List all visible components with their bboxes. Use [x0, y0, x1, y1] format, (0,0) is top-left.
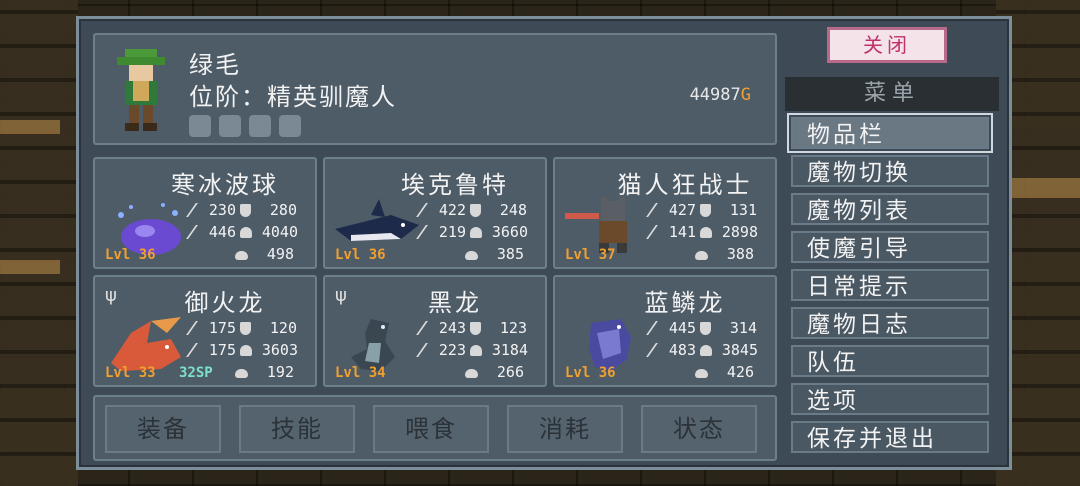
stat-hp: 4040: [261, 223, 298, 241]
trinket-slot-icon[interactable]: [279, 115, 301, 137]
monster-stats: 445 314 483 3845 426: [646, 317, 769, 383]
mana-icon: [465, 369, 478, 378]
heart-icon: [700, 344, 712, 356]
stat-hp: 3845: [721, 341, 758, 359]
skill-points: 32SP: [179, 365, 213, 381]
monster-card[interactable]: ψ 黑龙 243 123 223 3184 266 Lvl 34: [323, 275, 547, 387]
mana-icon: [235, 251, 248, 260]
stat-mana: 385: [496, 245, 524, 263]
hero-sprite: [117, 49, 165, 131]
shield-icon: [470, 203, 481, 217]
hero-rank: 位阶：精英驯魔人: [189, 83, 397, 111]
shield-icon: [240, 203, 251, 217]
shield-icon: [700, 203, 711, 217]
stat-def: 120: [269, 319, 297, 337]
menu-item-inventory[interactable]: 物品栏: [787, 113, 993, 153]
skull-slot-icon[interactable]: [249, 115, 271, 137]
stat-mag: 219: [438, 223, 466, 241]
hero-name: 绿毛: [189, 51, 241, 79]
stat-atk: 427: [668, 201, 696, 219]
monster-menu-window: 绿毛 位阶：精英驯魔人 44987G 寒冰波球 230 280 446 4040 4…: [76, 16, 1012, 470]
shield-icon: [700, 321, 711, 335]
stat-mana: 388: [726, 245, 754, 263]
stat-def: 131: [729, 201, 757, 219]
close-button[interactable]: 关闭: [827, 27, 947, 63]
stat-mag: 483: [668, 341, 696, 359]
monster-card[interactable]: 蓝鳞龙 445 314 483 3845 426 Lvl 36: [553, 275, 777, 387]
stat-atk: 230: [208, 201, 236, 219]
monster-card[interactable]: 猫人狂战士 427 131 141 2898 388 Lvl 37: [553, 157, 777, 269]
monster-stats: 422 248 219 3660 385: [416, 199, 539, 265]
stat-mana: 498: [266, 245, 294, 263]
monster-level: Lvl 37: [565, 247, 616, 263]
stat-hp: 3603: [261, 341, 298, 359]
stat-mag: 446: [208, 223, 236, 241]
glove-slot-icon[interactable]: [219, 115, 241, 137]
stat-def: 248: [499, 201, 527, 219]
stat-mag: 141: [668, 223, 696, 241]
gold-counter: 44987G: [690, 85, 751, 105]
menu-item-familiar-guide[interactable]: 使魔引导: [791, 231, 989, 263]
gold-unit: G: [740, 85, 751, 105]
monster-level: Lvl 36: [105, 247, 156, 263]
heart-icon: [240, 344, 252, 356]
shield-icon: [240, 321, 251, 335]
monster-stats: 243 123 223 3184 266: [416, 317, 539, 383]
monster-level: Lvl 33: [105, 365, 156, 381]
stat-atk: 445: [668, 319, 696, 337]
menu-item-monster-list[interactable]: 魔物列表: [791, 193, 989, 225]
stat-mana: 192: [266, 363, 294, 381]
tab-skills[interactable]: 技能: [239, 405, 355, 453]
hero-panel: 绿毛 位阶：精英驯魔人 44987G: [93, 33, 777, 145]
stat-hp: 3660: [491, 223, 528, 241]
menu-item-save-quit[interactable]: 保存并退出: [791, 421, 989, 453]
stat-mana: 266: [496, 363, 524, 381]
action-tabs: 装备 技能 喂食 消耗 状态: [93, 395, 777, 461]
stat-hp: 3184: [491, 341, 528, 359]
stat-atk: 243: [438, 319, 466, 337]
stat-atk: 422: [438, 201, 466, 219]
monster-level: Lvl 36: [565, 365, 616, 381]
stat-mag: 175: [208, 341, 236, 359]
stat-mag: 223: [438, 341, 466, 359]
stat-atk: 175: [208, 319, 236, 337]
stat-def: 314: [729, 319, 757, 337]
mana-icon: [235, 369, 248, 378]
mana-icon: [465, 251, 478, 260]
menu-item-options[interactable]: 选项: [791, 383, 989, 415]
gold-amount: 44987: [689, 85, 741, 105]
heart-icon: [700, 226, 712, 238]
stat-def: 123: [499, 319, 527, 337]
monster-stats: 230 280 446 4040 498: [186, 199, 309, 265]
menu-item-monster-journal[interactable]: 魔物日志: [791, 307, 989, 339]
mana-icon: [695, 251, 708, 260]
left-wall: [0, 0, 78, 486]
heart-icon: [470, 226, 482, 238]
equipment-slots: [189, 115, 301, 137]
shield-icon: [470, 321, 481, 335]
monster-card[interactable]: 埃克鲁特 422 248 219 3660 385 Lvl 36: [323, 157, 547, 269]
mana-icon: [695, 369, 708, 378]
tab-status[interactable]: 状态: [641, 405, 757, 453]
monster-stats: 427 131 141 2898 388: [646, 199, 769, 265]
monster-level: Lvl 34: [335, 365, 386, 381]
menu-item-daily-tips[interactable]: 日常提示: [791, 269, 989, 301]
menu-item-monster-switch[interactable]: 魔物切换: [791, 155, 989, 187]
menu-item-party[interactable]: 队伍: [791, 345, 989, 377]
monster-level: Lvl 36: [335, 247, 386, 263]
heart-icon: [470, 344, 482, 356]
stat-def: 280: [269, 201, 297, 219]
tab-feed[interactable]: 喂食: [373, 405, 489, 453]
stat-mana: 426: [726, 363, 754, 381]
monster-card[interactable]: ψ 御火龙 175 120 175 3603 192 Lvl 33 32SP: [93, 275, 317, 387]
stat-hp: 2898: [721, 223, 758, 241]
heart-icon: [240, 226, 252, 238]
tab-consume[interactable]: 消耗: [507, 405, 623, 453]
menu-title: 菜单: [785, 77, 999, 111]
monster-card[interactable]: 寒冰波球 230 280 446 4040 498 Lvl 36: [93, 157, 317, 269]
boots-slot-icon[interactable]: [189, 115, 211, 137]
tab-equipment[interactable]: 装备: [105, 405, 221, 453]
